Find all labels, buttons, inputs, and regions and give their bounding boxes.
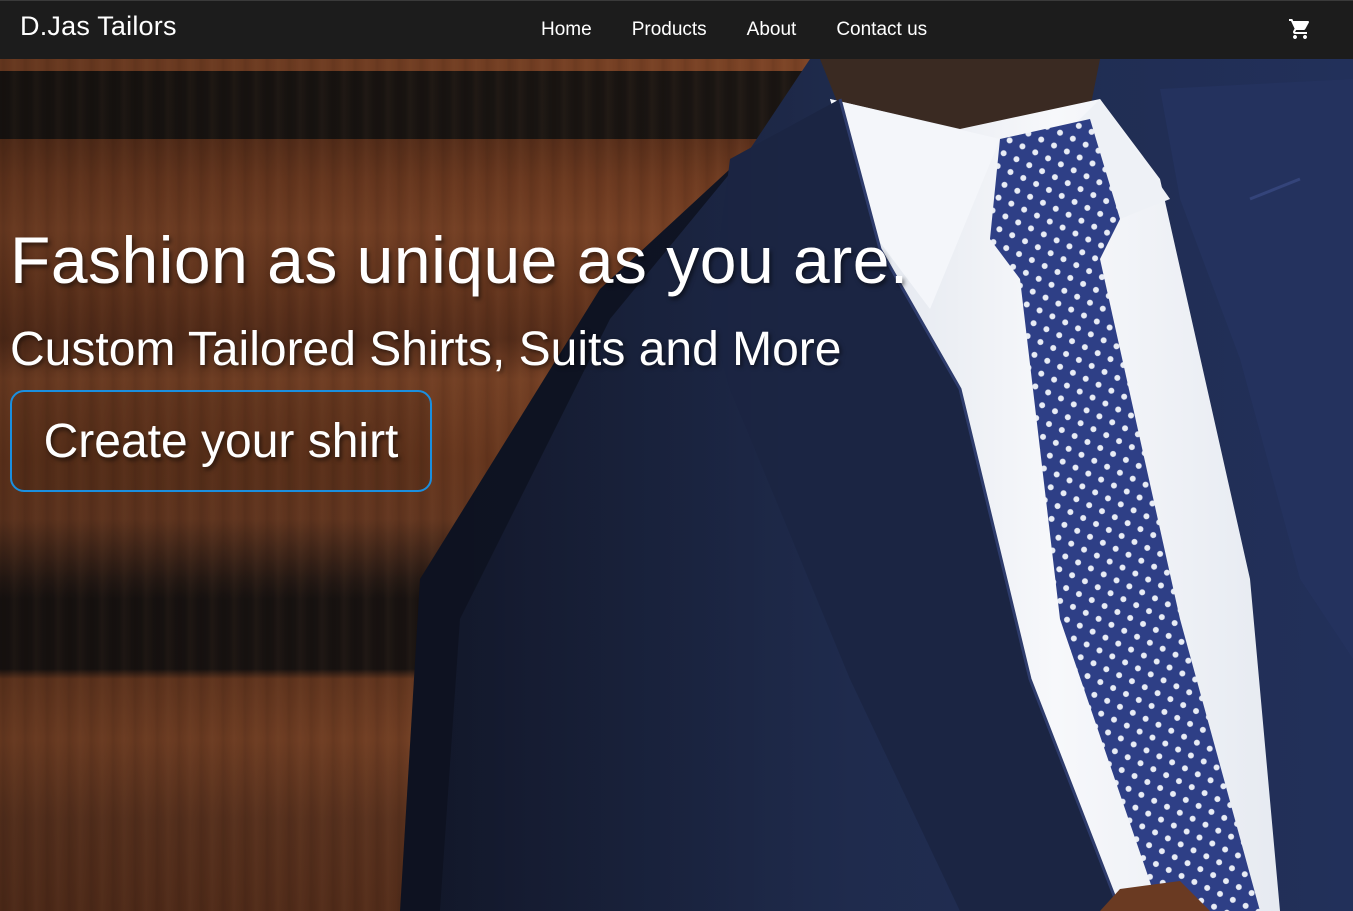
shopping-cart-icon[interactable] — [1288, 17, 1312, 41]
hero-title: Fashion as unique as you are. — [10, 223, 909, 297]
nav-item-products[interactable]: Products — [632, 19, 707, 41]
nav-item-contact-us[interactable]: Contact us — [836, 19, 927, 41]
hero-subtitle: Custom Tailored Shirts, Suits and More — [10, 323, 842, 376]
page: D.Jas Tailors Home Products About Contac… — [0, 0, 1353, 911]
nav-item-home[interactable]: Home — [541, 19, 592, 41]
create-your-shirt-button[interactable]: Create your shirt — [10, 390, 432, 492]
top-navbar: D.Jas Tailors Home Products About Contac… — [0, 0, 1353, 59]
nav-item-about[interactable]: About — [747, 19, 797, 41]
nav-links: Home Products About Contact us — [541, 19, 927, 41]
brand-logo-link[interactable]: D.Jas Tailors — [20, 11, 177, 42]
